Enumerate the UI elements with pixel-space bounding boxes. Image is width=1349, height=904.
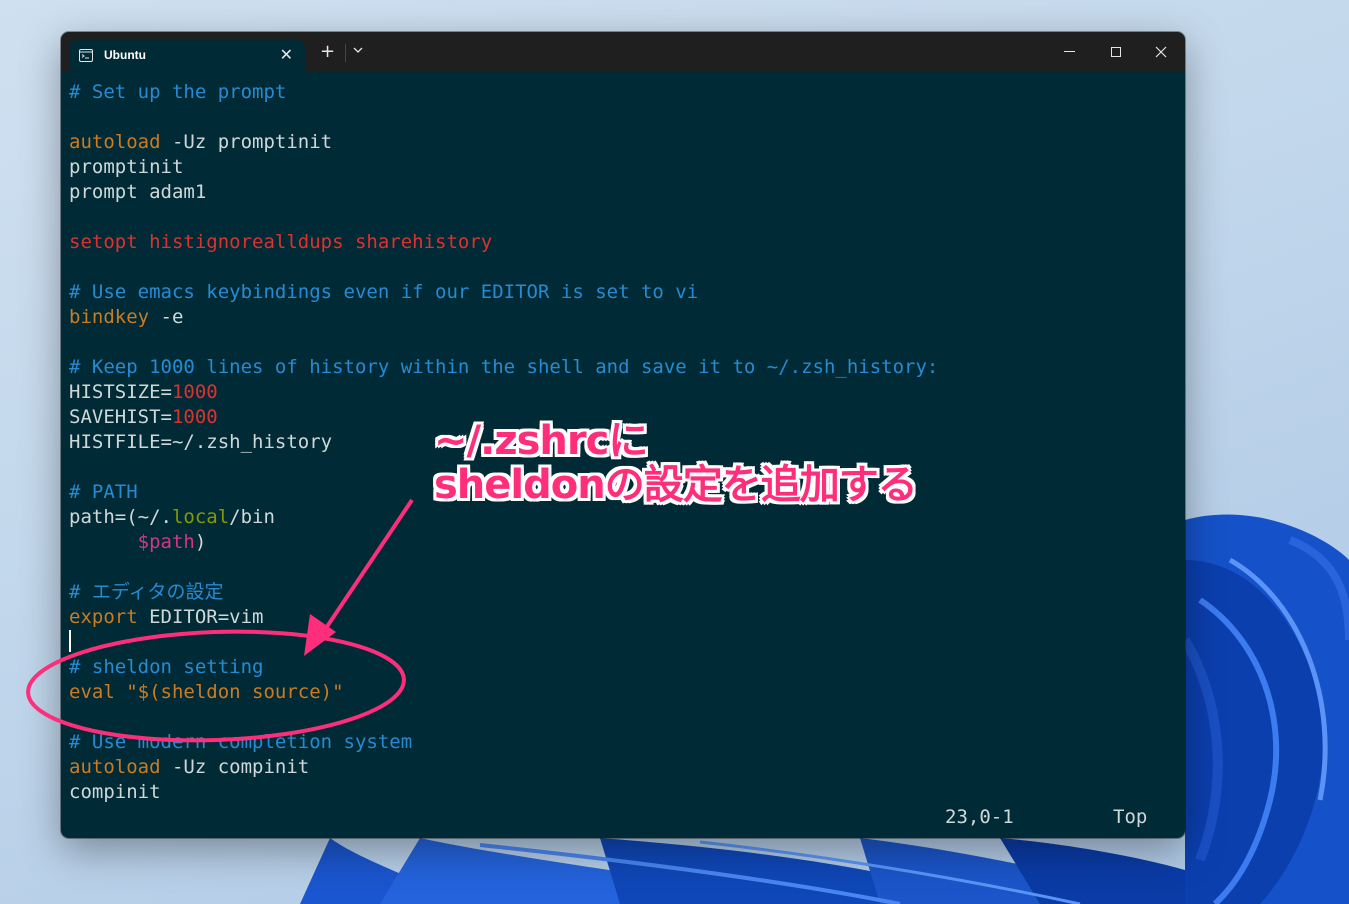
terminal-line: autoload -Uz promptinit — [69, 130, 1185, 155]
code-token: path=(~/. — [69, 506, 172, 528]
minimize-button[interactable] — [1047, 38, 1093, 66]
code-token: # Use emacs keybindings even if our EDIT… — [69, 281, 699, 303]
terminal-line: bindkey -e — [69, 305, 1185, 330]
code-token: -Uz promptinit — [160, 131, 333, 153]
terminal-line: prompt adam1 — [69, 180, 1185, 205]
terminal-line: compinit — [69, 780, 1185, 805]
terminal-icon — [79, 49, 93, 62]
code-token: # Set up the prompt — [69, 81, 287, 103]
cursor-position: 23,0-1 — [945, 806, 1014, 828]
code-token: setopt histignorealldups sharehistory — [69, 231, 493, 253]
code-token: /bin — [229, 506, 275, 528]
code-token: autoload — [69, 131, 161, 153]
terminal-line — [69, 630, 1185, 655]
scroll-position: Top — [1113, 806, 1148, 828]
terminal-line: eval "$(sheldon source)" — [69, 680, 1185, 705]
new-tab-button[interactable]: + — [320, 43, 335, 61]
close-window-button[interactable] — [1138, 38, 1184, 66]
text-cursor — [69, 630, 71, 652]
tab-ubuntu[interactable]: Ubuntu ✕ — [69, 40, 305, 72]
terminal-line: promptinit — [69, 155, 1185, 180]
code-token: $path — [137, 531, 195, 553]
terminal-line: $path) — [69, 530, 1185, 555]
terminal-line: # Keep 1000 lines of history within the … — [69, 355, 1185, 380]
code-token: 1000 — [171, 381, 218, 403]
terminal-line: # sheldon setting — [69, 655, 1185, 680]
code-token: promptinit — [69, 156, 184, 178]
code-token: "$(sheldon source)" — [126, 681, 344, 703]
tab-separator — [345, 44, 346, 62]
title-bar: Ubuntu ✕ + — [61, 32, 1185, 72]
code-token: prompt adam1 — [69, 181, 207, 203]
code-token: # sheldon setting — [69, 656, 264, 678]
maximize-icon — [1110, 46, 1121, 57]
code-token: # PATH — [69, 481, 138, 503]
code-token: # Use modern completion system — [69, 731, 413, 753]
terminal-line: autoload -Uz compinit — [69, 755, 1185, 780]
code-token: eval — [69, 681, 115, 703]
chevron-down-icon[interactable] — [353, 46, 363, 54]
code-token: -e — [149, 306, 184, 328]
code-token: local — [171, 506, 230, 528]
terminal-line: # Use modern completion system — [69, 730, 1185, 755]
code-token: HISTSIZE= — [69, 381, 172, 403]
code-token: 1000 — [171, 406, 218, 428]
terminal-line: setopt histignorealldups sharehistory — [69, 230, 1185, 255]
terminal-line: export EDITOR=vim — [69, 605, 1185, 630]
code-token: HISTFILE=~/.zsh_history — [69, 431, 333, 453]
tab-close-icon[interactable]: ✕ — [280, 46, 293, 64]
annotation-line-2: sheldonの設定を追加する — [434, 462, 918, 508]
maximize-button[interactable] — [1093, 38, 1139, 66]
minimize-icon — [1064, 51, 1075, 52]
code-token: EDITOR=vim — [137, 606, 264, 628]
code-token: # エディタの設定 — [69, 581, 224, 603]
terminal-line: HISTSIZE=1000 — [69, 380, 1185, 405]
close-icon — [1155, 46, 1167, 58]
terminal-line: # Use emacs keybindings even if our EDIT… — [69, 280, 1185, 305]
code-token: autoload — [69, 756, 161, 778]
code-token: export — [69, 606, 138, 628]
terminal-line: # エディタの設定 — [69, 580, 1185, 605]
code-token: ) — [194, 531, 207, 553]
terminal-line: # Set up the prompt — [69, 80, 1185, 105]
code-token: bindkey — [69, 306, 150, 328]
code-token: # Keep 1000 lines of history within the … — [69, 356, 939, 378]
code-token: SAVEHIST= — [69, 406, 172, 428]
code-token: -Uz compinit — [160, 756, 310, 778]
code-token: compinit — [69, 781, 161, 803]
tab-title: Ubuntu — [104, 48, 146, 62]
